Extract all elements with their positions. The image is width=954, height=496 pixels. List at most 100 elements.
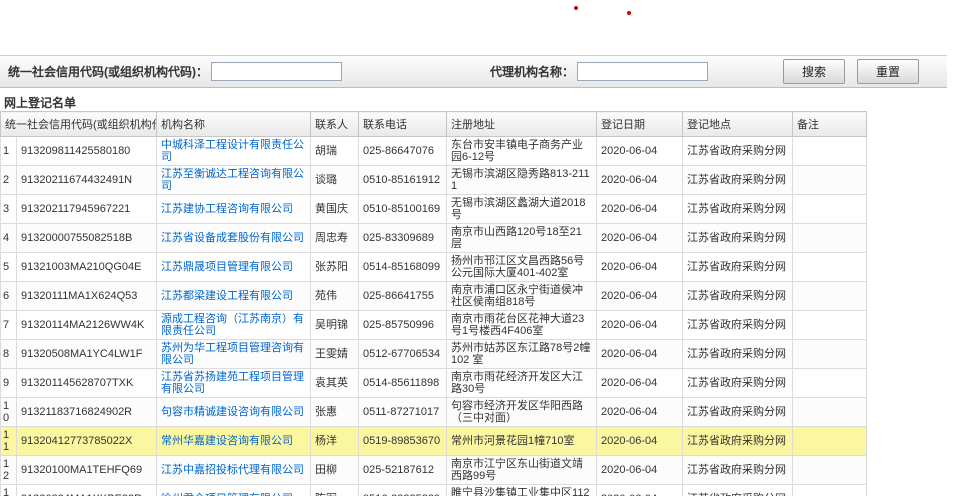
registered-address: 睢宁县沙集镇工业集中区112号: [447, 485, 597, 496]
remark-cell: [793, 137, 867, 166]
table-row[interactable]: 1 913209811425580180 中城科泽工程设计有限责任公司 胡瑞 0…: [1, 137, 867, 166]
register-date: 2020-06-04: [597, 369, 683, 398]
row-number: 3: [1, 195, 17, 224]
org-name-link[interactable]: 苏州为华工程项目管理咨询有限公司: [157, 340, 311, 369]
table-row[interactable]: 4 91320000755082518B 江苏省设备成套股份有限公司 周忠寿 0…: [1, 224, 867, 253]
row-number: 7: [1, 311, 17, 340]
contact-person: 周忠寿: [311, 224, 359, 253]
contact-phone: 0514-85168099: [359, 253, 447, 282]
contact-phone: 025-85750996: [359, 311, 447, 340]
credit-code-input[interactable]: [211, 62, 342, 81]
registered-address: 南京市浦口区永宁街道侯冲社区侯南组818号: [447, 282, 597, 311]
credit-code-cell: 91320000755082518B: [17, 224, 157, 253]
row-number: 2: [1, 166, 17, 195]
remark-cell: [793, 427, 867, 456]
credit-code-cell: 913202117945967221: [17, 195, 157, 224]
registration-table-wrap: 统一社会信用代码(或组织机构代码)机构名称联系人联系电话注册地址登记日期登记地点…: [0, 111, 867, 496]
registered-address: 南京市山西路120号18至21层: [447, 224, 597, 253]
table-row[interactable]: 7 91320114MA2126WW4K 源成工程咨询（江苏南京）有限责任公司 …: [1, 311, 867, 340]
table-row[interactable]: 5 91321003MA210QG04E 江苏鼎晟项目管理有限公司 张苏阳 05…: [1, 253, 867, 282]
credit-code-cell: 91320100MA1TEHFQ69: [17, 456, 157, 485]
column-header: 联系人: [311, 112, 359, 137]
credit-code-cell: 91320211674432491N: [17, 166, 157, 195]
table-row[interactable]: 12 91320100MA1TEHFQ69 江苏中嘉招投标代理有限公司 田柳 0…: [1, 456, 867, 485]
registered-address: 常州市河景花园1幢710室: [447, 427, 597, 456]
agency-name-input[interactable]: [577, 62, 708, 81]
search-actions: 搜索 重置: [783, 59, 919, 84]
remark-cell: [793, 369, 867, 398]
table-row[interactable]: 11 91320412773785022X 常州华嘉建设咨询有限公司 杨洋 05…: [1, 427, 867, 456]
register-date: 2020-06-04: [597, 485, 683, 496]
contact-person: 田柳: [311, 456, 359, 485]
page-title: 网上登记名单: [4, 94, 76, 111]
org-name-link[interactable]: 江苏至衡诚达工程咨询有限公司: [157, 166, 311, 195]
remark-cell: [793, 166, 867, 195]
reset-button[interactable]: 重置: [857, 59, 919, 84]
register-place: 江苏省政府采购分网: [683, 456, 793, 485]
org-name-link[interactable]: 句容市精诚建设咨询有限公司: [157, 398, 311, 427]
page: 统一社会信用代码(或组织机构代码)： 代理机构名称： 搜索 重置 网上登记名单 …: [0, 0, 954, 496]
remark-cell: [793, 282, 867, 311]
org-name-link[interactable]: 江苏中嘉招投标代理有限公司: [157, 456, 311, 485]
register-date: 2020-06-04: [597, 311, 683, 340]
remark-cell: [793, 311, 867, 340]
contact-person: 谈璐: [311, 166, 359, 195]
credit-code-cell: 91321183716824902R: [17, 398, 157, 427]
contact-phone: 0510-85100169: [359, 195, 447, 224]
org-name-link[interactable]: 江苏都梁建设工程有限公司: [157, 282, 311, 311]
credit-code-cell: 91320114MA2126WW4K: [17, 311, 157, 340]
org-name-link[interactable]: 江苏鼎晟项目管理有限公司: [157, 253, 311, 282]
org-name-link[interactable]: 源成工程咨询（江苏南京）有限责任公司: [157, 311, 311, 340]
register-date: 2020-06-04: [597, 253, 683, 282]
remark-cell: [793, 253, 867, 282]
credit-code-cell: 91321003MA210QG04E: [17, 253, 157, 282]
remark-cell: [793, 485, 867, 496]
register-place: 江苏省政府采购分网: [683, 253, 793, 282]
contact-person: 杨洋: [311, 427, 359, 456]
contact-phone: 0510-85161912: [359, 166, 447, 195]
table-body: 1 913209811425580180 中城科泽工程设计有限责任公司 胡瑞 0…: [1, 137, 867, 496]
register-date: 2020-06-04: [597, 340, 683, 369]
table-row[interactable]: 3 913202117945967221 江苏建协工程咨询有限公司 黄国庆 05…: [1, 195, 867, 224]
contact-person: 胡瑞: [311, 137, 359, 166]
org-name-link[interactable]: 江苏省苏扬建苑工程项目管理有限公司: [157, 369, 311, 398]
registered-address: 句容市经济开发区华阳西路（三中对面）: [447, 398, 597, 427]
agency-name-label: 代理机构名称：: [490, 63, 574, 80]
register-place: 江苏省政府采购分网: [683, 340, 793, 369]
row-number: 9: [1, 369, 17, 398]
table-row[interactable]: 9 913201145628707TXK 江苏省苏扬建苑工程项目管理有限公司 袁…: [1, 369, 867, 398]
registration-table: 统一社会信用代码(或组织机构代码)机构名称联系人联系电话注册地址登记日期登记地点…: [0, 111, 867, 496]
table-row[interactable]: 6 91320111MA1X624Q53 江苏都梁建设工程有限公司 苑伟 025…: [1, 282, 867, 311]
contact-phone: 025-86647076: [359, 137, 447, 166]
register-place: 江苏省政府采购分网: [683, 195, 793, 224]
contact-phone: 025-83309689: [359, 224, 447, 253]
column-header: 统一社会信用代码(或组织机构代码): [1, 112, 157, 137]
row-number: 8: [1, 340, 17, 369]
credit-code-cell: 91320111MA1X624Q53: [17, 282, 157, 311]
table-row[interactable]: 2 91320211674432491N 江苏至衡诚达工程咨询有限公司 谈璐 0…: [1, 166, 867, 195]
org-name-link[interactable]: 常州华嘉建设咨询有限公司: [157, 427, 311, 456]
row-number: 12: [1, 456, 17, 485]
contact-phone: 0512-67706534: [359, 340, 447, 369]
remark-cell: [793, 224, 867, 253]
table-row[interactable]: 13 91320324MA1XKBE23R 徐州君全项目管理有限公司 陈军 05…: [1, 485, 867, 496]
org-name-link[interactable]: 江苏建协工程咨询有限公司: [157, 195, 311, 224]
red-artifact-dot: [574, 6, 578, 10]
table-row[interactable]: 10 91321183716824902R 句容市精诚建设咨询有限公司 张惠 0…: [1, 398, 867, 427]
register-date: 2020-06-04: [597, 195, 683, 224]
org-name-link[interactable]: 徐州君全项目管理有限公司: [157, 485, 311, 496]
org-name-link[interactable]: 江苏省设备成套股份有限公司: [157, 224, 311, 253]
contact-phone: 0511-87271017: [359, 398, 447, 427]
credit-code-cell: 913201145628707TXK: [17, 369, 157, 398]
registered-address: 东台市安丰镇电子商务产业园6-12号: [447, 137, 597, 166]
search-button[interactable]: 搜索: [783, 59, 845, 84]
org-name-link[interactable]: 中城科泽工程设计有限责任公司: [157, 137, 311, 166]
register-place: 江苏省政府采购分网: [683, 224, 793, 253]
credit-code-cell: 91320508MA1YC4LW1F: [17, 340, 157, 369]
row-number: 6: [1, 282, 17, 311]
remark-cell: [793, 195, 867, 224]
row-number: 4: [1, 224, 17, 253]
contact-person: 袁其英: [311, 369, 359, 398]
table-row[interactable]: 8 91320508MA1YC4LW1F 苏州为华工程项目管理咨询有限公司 王雯…: [1, 340, 867, 369]
register-place: 江苏省政府采购分网: [683, 427, 793, 456]
